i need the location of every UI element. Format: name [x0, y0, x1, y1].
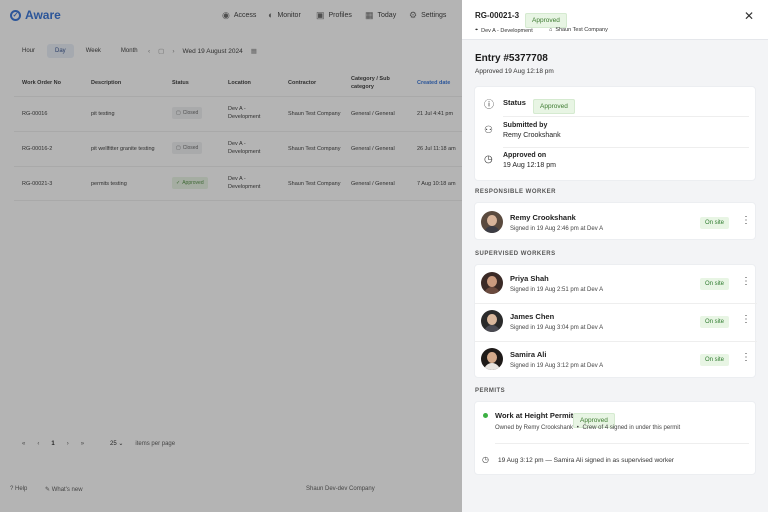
- more-options-icon[interactable]: ⋮: [741, 353, 751, 363]
- responsible-worker-card[interactable]: Remy Crookshank Signed in 19 Aug 2:46 pm…: [474, 202, 756, 240]
- worker-name: Priya Shah: [510, 274, 549, 283]
- divider: [495, 443, 749, 444]
- supervised-workers-card: Priya Shah Signed in 19 Aug 2:51 pm at D…: [474, 264, 757, 379]
- details-drawer: RG-00021-3 Approved ✕ ⌖ Dev A - Developme…: [462, 0, 768, 512]
- pin-icon: ⌖: [475, 27, 479, 33]
- list-item[interactable]: Priya Shah Signed in 19 Aug 2:51 pm at D…: [475, 265, 757, 303]
- status-card: ⓘ Status Approved ⚇ Submitted by Remy Cr…: [474, 86, 756, 181]
- permit-crew: Crew of 4 signed in under this permit: [582, 425, 681, 431]
- drawer-header: RG-00021-3 Approved ✕ ⌖ Dev A - Developme…: [462, 0, 768, 40]
- on-site-badge: On site: [700, 354, 730, 366]
- building-icon: ⌂: [549, 27, 553, 33]
- list-item[interactable]: Samira Ali Signed in 19 Aug 3:12 pm at D…: [475, 341, 757, 379]
- header-status-badge: Approved: [525, 9, 567, 28]
- modal-overlay[interactable]: [0, 0, 462, 512]
- divider: [503, 116, 749, 117]
- status-dot-icon: [483, 413, 488, 418]
- location-meta: ⌖ Dev A - Development: [475, 27, 533, 34]
- info-icon: ⓘ: [484, 100, 494, 111]
- more-options-icon[interactable]: ⋮: [741, 277, 751, 287]
- event-dash: —: [545, 457, 552, 464]
- avatar: [481, 272, 503, 294]
- avatar: [481, 348, 503, 370]
- permit-meta: Owned by Remy Crookshank • Crew of 4 sig…: [495, 425, 680, 431]
- badge-text: Approved: [525, 13, 567, 28]
- location-text: Dev A - Development: [481, 27, 533, 34]
- worker-name: Remy Crookshank: [510, 213, 576, 222]
- entry-subtitle: Approved 19 Aug 12:18 pm: [475, 68, 554, 75]
- drawer-title: RG-00021-3: [475, 11, 520, 20]
- entry-title: Entry #5377708: [475, 53, 548, 64]
- badge-text: Approved: [533, 99, 575, 114]
- worker-signin: Signed in 19 Aug 3:12 pm at Dev A: [510, 363, 604, 369]
- supervised-workers-heading: SUPERVISED WORKERS: [475, 251, 556, 257]
- status-label: Status: [503, 98, 526, 107]
- clock-icon: ◷: [484, 154, 493, 165]
- approved-label: Approved on: [503, 152, 547, 159]
- on-site-badge: On site: [700, 316, 730, 328]
- clock-icon: ◷: [482, 455, 489, 464]
- list-item[interactable]: James Chen Signed in 19 Aug 3:04 pm at D…: [475, 303, 757, 341]
- worker-signin: Signed in 19 Aug 3:04 pm at Dev A: [510, 325, 604, 331]
- meta-separator: •: [576, 425, 579, 431]
- event-text: Samira Ali signed in as supervised worke…: [553, 457, 674, 464]
- permit-name: Work at Height Permit: [495, 411, 574, 420]
- worker-signin: Signed in 19 Aug 2:46 pm at Dev A: [510, 226, 604, 232]
- close-icon[interactable]: ✕: [744, 10, 754, 22]
- worker-name: James Chen: [510, 312, 555, 321]
- company-meta: ⌂ Shaun Test Company: [549, 27, 608, 33]
- approved-on: 19 Aug 12:18 pm: [503, 162, 556, 169]
- on-site-badge: On site: [700, 278, 730, 290]
- user-icon: ⚇: [484, 125, 493, 136]
- worker-name: Samira Ali: [510, 350, 547, 359]
- worker-signin: Signed in 19 Aug 2:51 pm at Dev A: [510, 287, 604, 293]
- company-text: Shaun Test Company: [555, 27, 608, 33]
- submitted-by: Remy Crookshank: [503, 132, 561, 139]
- permits-heading: PERMITS: [475, 388, 506, 394]
- permit-owner: Owned by Remy Crookshank: [495, 425, 574, 431]
- responsible-worker-heading: RESPONSIBLE WORKER: [475, 189, 557, 195]
- submitted-label: Submitted by: [503, 122, 548, 129]
- avatar: [481, 310, 503, 332]
- more-options-icon[interactable]: ⋮: [741, 216, 751, 226]
- status-badge: Approved: [533, 95, 575, 114]
- more-options-icon[interactable]: ⋮: [741, 315, 751, 325]
- avatar: [481, 211, 503, 233]
- permit-event: 19 Aug 3:12 pm — Samira Ali signed in as…: [498, 457, 674, 464]
- on-site-badge: On site: [700, 217, 730, 229]
- event-time: 19 Aug 3:12 pm: [498, 457, 544, 464]
- permit-card[interactable]: Work at Height Permit Approved Owned by …: [474, 401, 756, 475]
- divider: [503, 147, 749, 148]
